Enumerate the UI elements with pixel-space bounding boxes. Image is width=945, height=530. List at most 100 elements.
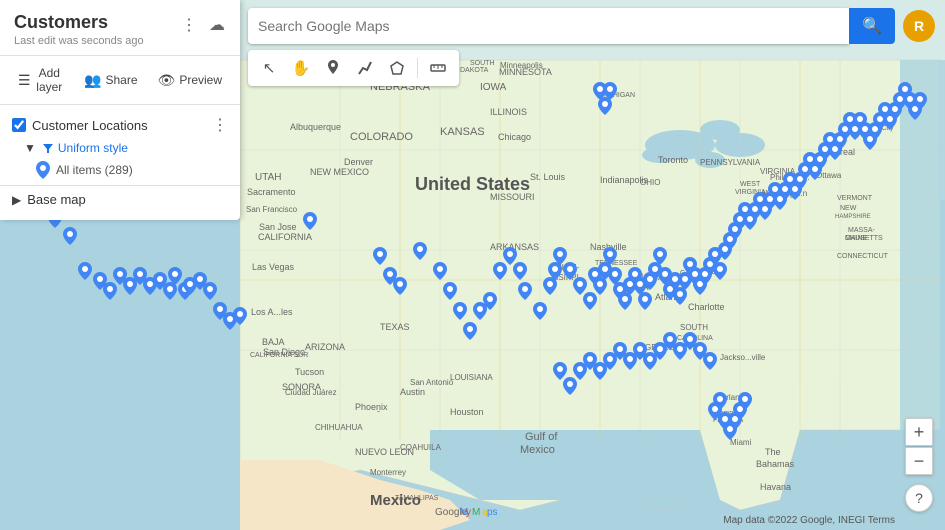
panel-layers: Customer Locations ⋮ ▼ Uniform style All… — [0, 105, 240, 219]
pan-tool-button[interactable]: ✋ — [286, 54, 316, 82]
map-attribution: Map data ©2022 Google, INEGI Terms — [723, 515, 895, 526]
svg-text:Washingt...n: Washingt...n — [763, 189, 807, 198]
svg-text:CALIFORNIA: CALIFORNIA — [258, 232, 312, 242]
panel-title-block: Customers Last edit was seconds ago — [14, 12, 144, 47]
svg-text:COLORADO: COLORADO — [350, 131, 413, 143]
svg-text:CAROLINA: CAROLINA — [677, 335, 713, 342]
svg-text:Los A...les: Los A...les — [251, 307, 293, 317]
style-row: ▼ Uniform style — [0, 139, 240, 157]
svg-text:MISSI-: MISSI- — [555, 263, 580, 272]
share-button[interactable]: 👥 Share — [76, 68, 145, 93]
svg-text:CHIHUAHUA: CHIHUAHUA — [315, 423, 363, 432]
svg-text:Gulf of: Gulf of — [525, 431, 558, 443]
line-tool-button[interactable] — [350, 54, 380, 82]
add-layer-label: Add layer — [35, 66, 65, 94]
svg-text:San Jose: San Jose — [259, 222, 297, 232]
svg-text:Québec City: Québec City — [855, 125, 894, 132]
layer-menu-icon[interactable]: ⋮ — [212, 115, 228, 135]
svg-text:GEORGIA: GEORGIA — [645, 343, 683, 352]
panel-header: Customers Last edit was seconds ago ⋮ ☁ — [0, 0, 240, 56]
add-layer-icon: ☰ — [18, 72, 31, 89]
uniform-style-link[interactable]: Uniform style — [42, 141, 128, 155]
preview-label: Preview — [179, 73, 222, 87]
location-pin-icon — [36, 161, 50, 179]
svg-text:Monterrey: Monterrey — [370, 468, 406, 477]
svg-text:HAMPSHIRE: HAMPSHIRE — [835, 214, 871, 220]
share-label: Share — [106, 73, 138, 87]
svg-text:SSIPPI: SSIPPI — [553, 273, 579, 282]
svg-text:LOUISIANA: LOUISIANA — [450, 373, 493, 382]
svg-text:TEXAS: TEXAS — [380, 322, 410, 332]
svg-text:San Antonio: San Antonio — [410, 378, 454, 387]
svg-text:Sacramento: Sacramento — [247, 187, 296, 197]
svg-text:NEW: NEW — [840, 205, 857, 212]
layer-row-left: Customer Locations — [12, 118, 148, 133]
svg-text:Tampa: Tampa — [716, 410, 737, 417]
ruler-tool-button[interactable] — [423, 54, 453, 82]
left-panel: Customers Last edit was seconds ago ⋮ ☁ … — [0, 0, 240, 220]
svg-text:Toronto: Toronto — [658, 155, 688, 165]
svg-text:ARKANSAS: ARKANSAS — [490, 242, 539, 252]
svg-text:Charlotte: Charlotte — [688, 302, 725, 312]
svg-text:ARIZONA: ARIZONA — [305, 342, 345, 352]
base-map-row[interactable]: ▶ Base map — [0, 185, 240, 213]
svg-text:Bahamas: Bahamas — [756, 459, 795, 469]
svg-text:ps: ps — [487, 507, 498, 518]
svg-text:UTAH: UTAH — [255, 172, 281, 183]
svg-text:BAJA: BAJA — [262, 337, 285, 347]
add-layer-button[interactable]: ☰ Add layer — [10, 62, 72, 98]
svg-text:ILLINOIS: ILLINOIS — [490, 107, 527, 117]
svg-text:NEW MEXICO: NEW MEXICO — [310, 167, 369, 177]
svg-text:Havana: Havana — [760, 482, 791, 492]
svg-text:KANSAS: KANSAS — [440, 126, 485, 138]
help-button[interactable]: ? — [905, 484, 933, 512]
svg-text:St. Louis: St. Louis — [530, 172, 566, 182]
cursor-tool-button[interactable]: ↖ — [254, 54, 284, 82]
svg-text:MA: MA — [635, 282, 649, 292]
layer-row-customer-locations: Customer Locations ⋮ — [0, 111, 240, 139]
svg-text:VIRGINIA: VIRGINIA — [735, 189, 766, 196]
svg-text:y: y — [466, 507, 471, 518]
svg-text:MISSOURI: MISSOURI — [490, 192, 535, 202]
panel-toolbar: ☰ Add layer 👥 Share 👁 Preview — [0, 56, 240, 105]
svg-text:San Francisco: San Francisco — [246, 205, 298, 214]
svg-text:Montreal: Montreal — [820, 147, 855, 157]
svg-text:OHIO: OHIO — [640, 178, 660, 187]
base-map-chevron-icon: ▶ — [12, 193, 21, 207]
shape-icon — [389, 60, 405, 76]
svg-text:Mexico: Mexico — [520, 444, 555, 456]
base-map-label: Base map — [27, 192, 86, 207]
items-row: All items (289) — [0, 157, 240, 183]
search-input[interactable] — [258, 18, 839, 34]
svg-text:Jackso...ville: Jackso...ville — [720, 353, 766, 362]
user-avatar[interactable]: R — [903, 10, 935, 42]
filter-icon — [42, 142, 54, 154]
point-tool-button[interactable] — [318, 54, 348, 82]
svg-text:FLORIDA: FLORIDA — [713, 417, 744, 424]
svg-text:IOWA: IOWA — [480, 82, 507, 93]
zoom-in-button[interactable]: + — [905, 418, 933, 446]
layer-name: Customer Locations — [32, 118, 148, 133]
shape-tool-button[interactable] — [382, 54, 412, 82]
line-icon — [357, 60, 373, 76]
ruler-icon — [430, 60, 446, 76]
svg-text:M: M — [472, 507, 480, 518]
chevron-down-icon: ▼ — [24, 141, 36, 155]
search-icon: 🔍 — [862, 16, 882, 36]
style-label: Uniform style — [58, 141, 128, 155]
map-tools-bar: ↖ ✋ — [248, 50, 459, 86]
svg-text:San Diego: San Diego — [263, 347, 305, 357]
svg-text:CHUSETTS: CHUSETTS — [845, 235, 883, 242]
cloud-icon[interactable]: ☁ — [206, 14, 228, 36]
svg-text:TAMAULIPAS: TAMAULIPAS — [395, 495, 439, 502]
more-options-icon[interactable]: ⋮ — [178, 14, 200, 36]
zoom-out-button[interactable]: − — [905, 447, 933, 475]
svg-text:Ciudad Juárez: Ciudad Juárez — [285, 388, 337, 397]
search-button[interactable]: 🔍 — [849, 8, 895, 44]
layer-checkbox[interactable] — [12, 118, 26, 132]
svg-text:The: The — [765, 447, 781, 457]
svg-text:Miami: Miami — [730, 438, 752, 447]
preview-button[interactable]: 👁 Preview — [150, 68, 230, 93]
svg-text:Phoeṉix: Phoeṉix — [355, 402, 388, 412]
svg-text:CAROLINA: CAROLINA — [680, 270, 716, 277]
